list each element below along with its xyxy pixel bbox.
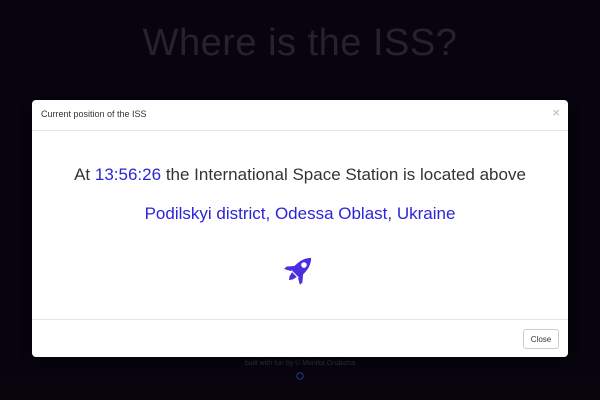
modal-title: Current position of the ISS [41, 109, 147, 119]
iss-position-modal: Current position of the ISS × At 13:56:2… [32, 100, 568, 357]
sentence-suffix: the International Space Station is locat… [165, 165, 526, 184]
timestamp: 13:56:26 [94, 165, 162, 184]
sentence-prefix: At [74, 165, 91, 184]
rocket-icon [284, 257, 312, 285]
close-icon[interactable]: × [552, 106, 560, 119]
position-sentence: At 13:56:26 the International Space Stat… [32, 165, 568, 185]
close-button[interactable]: Close [523, 329, 559, 349]
modal-body: At 13:56:26 the International Space Stat… [32, 131, 568, 319]
location-name: Podilskyi district, Odessa Oblast, Ukrai… [144, 204, 456, 223]
modal-header: Current position of the ISS × [32, 100, 568, 131]
modal-footer: Close [32, 319, 568, 357]
